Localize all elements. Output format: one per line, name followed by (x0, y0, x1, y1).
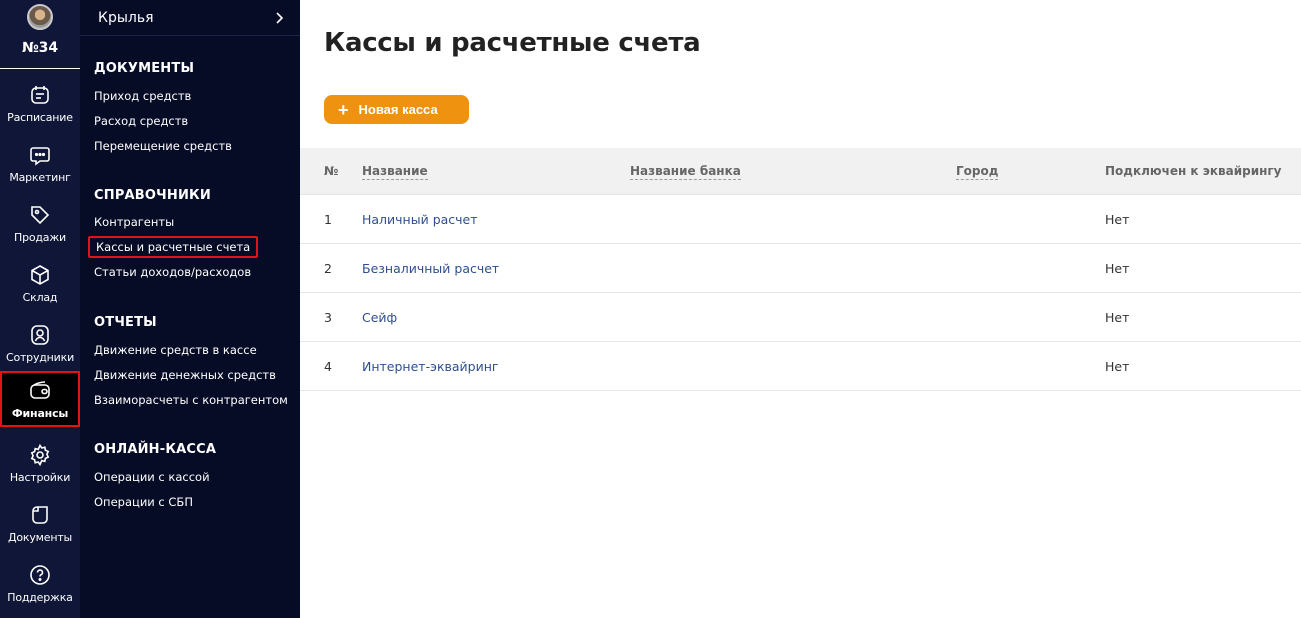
col-number: № (324, 164, 339, 178)
menu-link-cashbox-operations[interactable]: Операции с кассой (94, 470, 210, 484)
row-name-link[interactable]: Сейф (362, 310, 397, 325)
tag-icon (31, 206, 50, 225)
row-number: 1 (324, 212, 332, 227)
table-row[interactable]: 2 Безналичный расчет Нет (300, 244, 1301, 293)
col-name[interactable]: Название (362, 164, 428, 180)
menu-link-counterparties[interactable]: Контрагенты (94, 215, 174, 229)
nav-item-documents[interactable]: Документы (0, 495, 80, 551)
row-number: 4 (324, 359, 332, 374)
nav-item-label: Маркетинг (9, 171, 71, 184)
help-icon (30, 565, 50, 585)
row-name-link[interactable]: Безналичный расчет (362, 261, 499, 276)
nav-item-finance[interactable]: Финансы (0, 371, 80, 427)
menu-link-income[interactable]: Приход средств (94, 89, 191, 103)
branch-number: №34 (21, 40, 59, 56)
nav-item-settings[interactable]: Настройки (0, 435, 80, 491)
document-icon (32, 506, 48, 524)
row-name-link[interactable]: Интернет-эквайринг (362, 359, 498, 374)
nav-item-sales[interactable]: Продажи (0, 195, 80, 251)
chevron-right-icon (276, 11, 284, 24)
row-acquiring: Нет (1105, 359, 1130, 374)
calendar-icon (31, 86, 49, 104)
main-nav-rail: №34 Расписание Маркетинг Продажи Склад С… (0, 0, 80, 618)
table-row[interactable]: 3 Сейф Нет (300, 293, 1301, 342)
nav-item-label: Продажи (14, 231, 66, 244)
nav-item-warehouse[interactable]: Склад (0, 255, 80, 311)
menu-link-income-expense-items[interactable]: Статьи доходов/расходов (94, 265, 251, 279)
wallet-icon (30, 381, 50, 399)
new-cashbox-button[interactable]: + Новая касса (324, 95, 469, 124)
table-row[interactable]: 1 Наличный расчет Нет (300, 195, 1301, 244)
nav-item-label: Настройки (9, 471, 71, 484)
row-number: 2 (324, 261, 332, 276)
table-row[interactable]: 4 Интернет-эквайринг Нет (300, 342, 1301, 391)
nav-item-label: Финансы (11, 407, 69, 420)
menu-link-cash-flow[interactable]: Движение денежных средств (94, 368, 276, 382)
row-number: 3 (324, 310, 332, 325)
row-acquiring: Нет (1105, 261, 1130, 276)
table-header: № Название Название банка Город Подключе… (300, 148, 1301, 195)
nav-item-label: Сотрудники (5, 351, 75, 364)
row-acquiring: Нет (1105, 212, 1130, 227)
menu-link-cash-accounts[interactable]: Кассы и расчетные счета (88, 236, 259, 258)
finance-submenu: Крылья ДОКУМЕНТЫ Приход средств Расход с… (80, 0, 300, 618)
nav-item-label: Склад (22, 291, 58, 304)
col-acquiring: Подключен к эквайрингу (1105, 164, 1282, 178)
box-icon (31, 265, 49, 285)
gear-icon (30, 443, 50, 467)
new-cashbox-label: Новая касса (358, 102, 438, 117)
section-title-reports: ОТЧЕТЫ (94, 315, 157, 330)
row-acquiring: Нет (1105, 310, 1130, 325)
col-bank-name[interactable]: Название банка (630, 164, 741, 180)
nav-item-label: Расписание (7, 111, 73, 124)
nav-item-label: Документы (7, 531, 73, 544)
section-title-online-cashbox: ОНЛАЙН-КАССА (94, 442, 217, 457)
company-switcher[interactable]: Крылья (80, 0, 300, 36)
row-name-link[interactable]: Наличный расчет (362, 212, 478, 227)
branch-block[interactable]: №34 (0, 0, 80, 69)
plus-icon: + (338, 99, 349, 120)
nav-item-support[interactable]: Поддержка (0, 555, 80, 611)
cashbox-table: № Название Название банка Город Подключе… (300, 148, 1301, 391)
nav-item-marketing[interactable]: Маркетинг (0, 135, 80, 191)
section-title-documents: ДОКУМЕНТЫ (94, 61, 195, 76)
company-name: Крылья (98, 9, 154, 26)
nav-item-schedule[interactable]: Расписание (0, 75, 80, 131)
avatar[interactable] (27, 4, 53, 30)
col-city[interactable]: Город (956, 164, 999, 180)
menu-link-transfer[interactable]: Перемещение средств (94, 139, 232, 153)
menu-link-settlements[interactable]: Взаиморасчеты с контрагентом (94, 393, 288, 407)
menu-link-cash-flow-register[interactable]: Движение средств в кассе (94, 343, 257, 357)
chat-bubble-icon (30, 147, 50, 166)
page-title: Кассы и расчетные счета (324, 28, 701, 58)
user-badge-icon (31, 325, 49, 345)
main-content: Кассы и расчетные счета + Новая касса № … (300, 0, 1301, 618)
nav-item-employees[interactable]: Сотрудники (0, 315, 80, 371)
menu-link-sbp-operations[interactable]: Операции с СБП (94, 495, 193, 509)
menu-link-expense[interactable]: Расход средств (94, 114, 188, 128)
nav-item-label: Поддержка (7, 591, 73, 604)
section-title-references: СПРАВОЧНИКИ (94, 188, 211, 203)
